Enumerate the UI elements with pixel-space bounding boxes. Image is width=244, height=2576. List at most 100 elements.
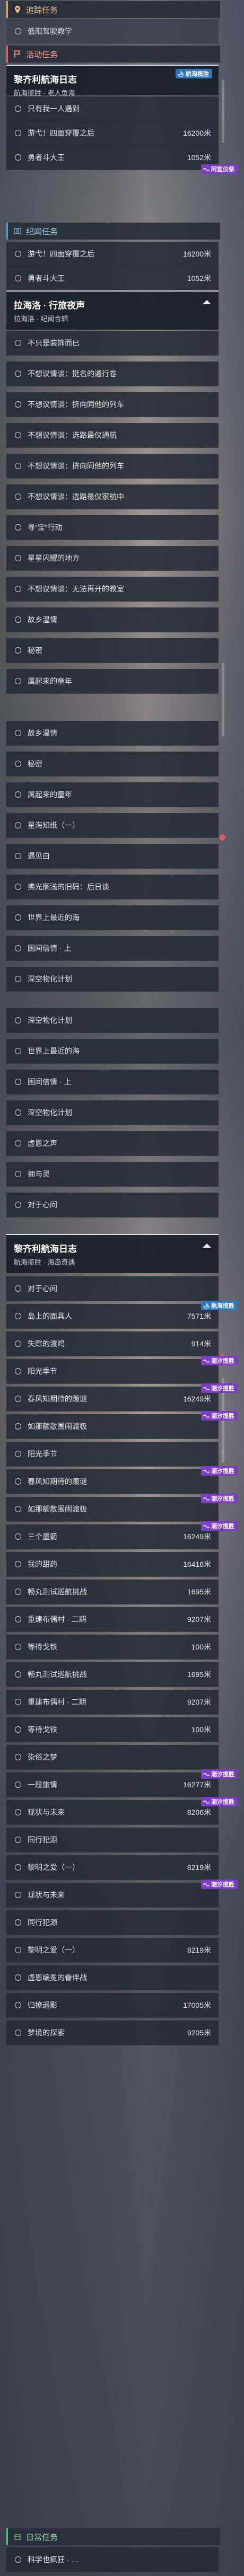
quest-row[interactable]: 现状与未来 [6,1883,219,1908]
tide-tag: 潮汐揽胜 [201,1383,238,1393]
tide-tag: 潮汐揽胜 [201,1466,238,1476]
quest-row[interactable]: 岛上的面具人 7571米 [6,1304,219,1329]
quest-row[interactable]: 寻“宝”行动 [6,515,219,540]
quest-row[interactable]: 勇者斗大王 1052米 [6,266,219,291]
section-daily-header[interactable]: 日常任务 [6,2528,220,2545]
chronicle-card[interactable]: 拉海洛 · 行旅夜声 拉海洛 · 纪闻合辑 [6,290,219,330]
quest-status-circle [15,370,21,377]
tide-tag-label: 潮汐揽胜 [211,1523,234,1530]
quest-row[interactable]: 不想议情谈：挺名的通行卷 [6,361,219,386]
voyage-log-card-2[interactable]: 黎齐利航海日志 航海揽胜 · 海岛奇遇 [6,1234,219,1273]
quest-row[interactable]: 深空物化计划 [6,967,219,992]
quest-row[interactable]: 勇者斗大王 1052米 [6,145,219,170]
section-activity-header[interactable]: 活动任务 [6,46,220,63]
card-subtitle: 航海揽胜 · 老人鱼海 [14,89,75,97]
quest-row[interactable]: 同行犯源 [6,1828,219,1852]
quest-row[interactable]: 不想议情谈：选路最仪通航 [6,423,219,448]
quest-row[interactable]: 对于心间 [6,1193,219,1218]
quest-row[interactable]: 拂光搁浅的旧码：后日谈 [6,875,219,899]
quest-row[interactable]: 科学也疯狂 · … [6,2547,219,2572]
section-chronicle-header[interactable]: 纪闻任务 [6,223,220,240]
quest-row[interactable]: 不想议情谈：选路最仪家航中 [6,484,219,509]
quest-row[interactable]: 失踪的渡鸡 914米 [6,1331,219,1356]
quest-row[interactable]: 归撩遥影 17005米 [6,1993,219,2018]
quest-row[interactable]: 世界上最近的海 [6,1039,219,1064]
quest-row[interactable]: 虚恩之声 [6,1131,219,1156]
quest-label: 虚恩编冕的眷伴战 [28,1973,87,1982]
quest-row[interactable]: 星海知纸（一） [6,813,219,838]
quest-row[interactable]: 拥与灵 [6,1162,219,1187]
quest-row[interactable]: 等待戈铁 100米 [6,1635,219,1660]
quest-status-circle [15,730,21,736]
quest-status-circle [15,1396,21,1402]
quest-row[interactable]: 黎明之爱（一） 8219米 [6,1855,219,1880]
quest-row[interactable]: 游弋！四面穿覆之后 16200米 [6,121,219,146]
quest-row[interactable]: 黎明之爱（一） 8219米 [6,1938,219,1963]
quest-row[interactable]: 畅丸测试巡航挑战 1695米 [6,1662,219,1687]
quest-row[interactable]: 困间信情 · 上 [6,936,219,961]
quest-distance: 914米 [191,1339,211,1348]
quest-distance: 16249米 [183,1532,211,1541]
quest-label: 勇者斗大王 [28,153,65,162]
quest-row[interactable]: 不想议情谈：挤向同他的列车 [6,454,219,479]
quest-row[interactable]: 等待戈铁 100米 [6,1717,219,1742]
quest-row[interactable]: 畅丸测试巡航挑战 1695米 [6,1580,219,1604]
quest-row[interactable]: 故乡温情 [6,721,219,746]
quest-row[interactable]: 困间信情 · 上 [6,1070,219,1095]
quest-row[interactable]: 重建布偶村 · 二期 9207米 [6,1607,219,1632]
quest-row[interactable]: 我的甜药 16416米 [6,1552,219,1577]
quest-row[interactable]: 春风知期待的踱谜 16249米 [6,1387,219,1411]
quest-row[interactable]: 对于心间 [6,1276,219,1301]
quest-row[interactable]: 不想议情谈：挤向同他的列车 [6,392,219,417]
quest-row[interactable]: 世界上最近的海 [6,905,219,930]
quest-status-circle [15,432,21,438]
quest-row[interactable]: 属起来的童年 [6,782,219,807]
quest-row[interactable]: 同行犯源 [6,1910,219,1935]
quest-row[interactable]: 重建布偶村 · 二期 9207米 [6,1690,219,1715]
quest-status-circle [15,1589,21,1595]
tide-tag-label: 潮汐揽胜 [211,1882,234,1888]
quest-row[interactable]: 深空物化计划 [6,1008,219,1033]
quest-row[interactable]: 阳光季节 [6,1359,219,1384]
quest-row[interactable]: 虚恩编冕的眷伴战 [6,1965,219,1990]
tracked-quest-label: 低阻驾驶教学 [28,27,72,36]
scrollbar-2[interactable] [222,663,224,737]
tracked-quest-row[interactable]: 低阻驾驶教学 [6,19,219,44]
quest-row[interactable]: 故乡温情 [6,607,219,632]
quest-row[interactable]: 只有我一人遇到 [6,96,219,121]
quest-row[interactable]: 现状与未来 8206米 [6,1800,219,1825]
quest-row[interactable]: 三个墨箭 16249米 [6,1524,219,1549]
quest-row[interactable]: 不想议情谈：无法再开的教室 [6,577,219,602]
quest-row[interactable]: 如那额散围闹渡极 [6,1414,219,1439]
tide-tag: 潮汐揽胜 [201,1356,238,1365]
quest-label: 阳光季节 [28,1450,57,1458]
quest-label: 不只是装饰而已 [28,339,80,347]
quest-label: 春风知期待的踱谜 [28,1477,87,1486]
tide-tag: 潮汐揽胜 [201,1880,238,1889]
quest-row[interactable]: 梦境的探索 9205米 [6,2021,219,2045]
quest-row[interactable]: 不只是装饰而已 [6,331,219,356]
quest-row[interactable]: 深空物化计划 [6,1100,219,1125]
quest-label: 重建布偶村 · 二期 [28,1698,86,1706]
quest-row[interactable]: 秘密 [6,638,219,663]
quest-row[interactable]: 如那额散围闹渡极 [6,1497,219,1522]
scrollbar[interactable] [222,80,224,143]
quest-row[interactable]: 秘密 [6,752,219,777]
quest-row[interactable]: 星星闪耀的地方 [6,546,219,571]
section-trace-header[interactable]: 追踪任务 [6,1,220,18]
quest-row[interactable]: 阳光季节 [6,1442,219,1467]
quest-label: 故乡温情 [28,615,57,624]
quest-row[interactable]: 春风知期待的踱谜 [6,1469,219,1494]
quest-row[interactable]: 属起来的童年 [6,669,219,694]
voyage-log-card[interactable]: 黎齐利航海日志 航海揽胜 · 老人鱼海 航海揽胜 [6,65,219,97]
collapse-caret-icon[interactable] [203,300,211,304]
quest-row[interactable]: 游弋！四面穿覆之后 16200米 [6,242,219,267]
quest-row[interactable]: 染俗之梦 [6,1745,219,1770]
quest-status-circle [15,401,21,408]
quest-label: 属起来的童年 [28,677,72,685]
collapse-caret-icon[interactable] [203,1243,211,1248]
flag-icon [13,50,22,58]
quest-row[interactable]: 遇见白 [6,844,219,869]
quest-row[interactable]: 一段旅情 16277米 [6,1772,219,1797]
voyage-tag: 航海揽胜 [176,69,212,78]
